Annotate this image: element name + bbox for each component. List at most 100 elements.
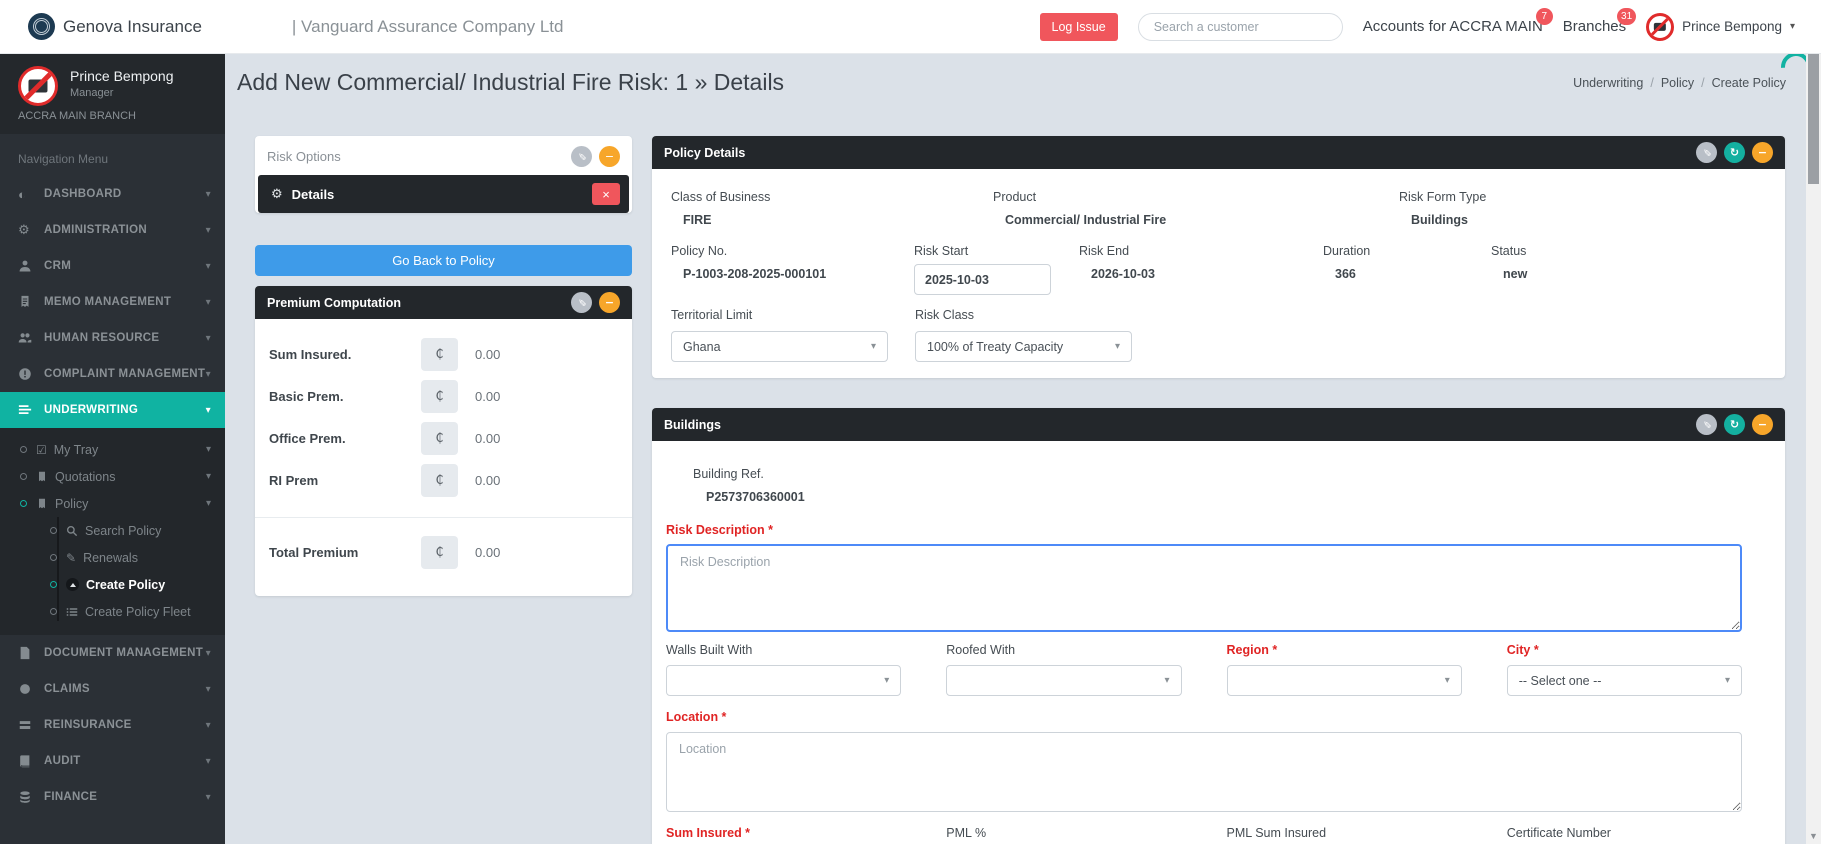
brand-logo-icon bbox=[28, 13, 55, 40]
bullet-icon bbox=[20, 446, 27, 453]
remove-details-button[interactable]: × bbox=[592, 183, 620, 205]
submenu-item-policy[interactable]: Policy ▾ bbox=[0, 490, 225, 517]
sidebar-item-document-management[interactable]: DOCUMENT MANAGEMENT ▾ bbox=[0, 635, 225, 671]
chevron-down-icon: ▾ bbox=[206, 684, 211, 695]
location-textarea[interactable] bbox=[666, 732, 1742, 812]
risk-end-value: 2026-10-03 bbox=[1079, 267, 1323, 281]
sidebar-item-underwriting[interactable]: UNDERWRITING ▾ bbox=[0, 392, 225, 428]
sidebar-item-finance[interactable]: FINANCE ▾ bbox=[0, 779, 225, 815]
submenu-item-renewals[interactable]: ✎ Renewals bbox=[0, 544, 225, 571]
scrollbar-thumb[interactable] bbox=[1808, 54, 1819, 184]
field-city: City * -- Select one -- ▾ bbox=[1507, 643, 1742, 696]
profile-role: Manager bbox=[70, 87, 174, 99]
submenu-item-create-policy[interactable]: Create Policy bbox=[0, 571, 225, 598]
sidebar-item-dashboard[interactable]: ◐ DASHBOARD ▾ bbox=[0, 176, 225, 212]
sidebar-item-reinsurance[interactable]: REINSURANCE ▾ bbox=[0, 707, 225, 743]
edit-icon[interactable]: ✎ bbox=[571, 292, 592, 313]
brand-name: Genova Insurance bbox=[63, 17, 202, 37]
risk-description-textarea[interactable] bbox=[666, 544, 1742, 632]
breadcrumb-create-policy[interactable]: Create Policy bbox=[1701, 76, 1786, 90]
refresh-icon[interactable]: ↻ bbox=[1724, 414, 1745, 435]
edit-icon[interactable]: ✎ bbox=[1696, 142, 1717, 163]
chevron-down-icon: ▾ bbox=[206, 405, 211, 416]
risk-form-type-value: Buildings bbox=[1399, 213, 1769, 227]
building-ref-value: P2573706360001 bbox=[666, 490, 1742, 504]
premium-row-basic-prem: Basic Prem. ₵ 0.00 bbox=[269, 380, 618, 413]
field-duration: Duration 366 bbox=[1323, 244, 1491, 281]
search-icon bbox=[66, 525, 78, 537]
scrollbar-down-arrow[interactable]: ▼ bbox=[1806, 831, 1821, 841]
region-select[interactable]: ▾ bbox=[1227, 665, 1462, 696]
details-tab[interactable]: ⚙ Details × bbox=[258, 175, 629, 213]
sidebar-item-administration[interactable]: ⚙ ADMINISTRATION ▾ bbox=[0, 212, 225, 248]
buildings-title: Buildings bbox=[664, 418, 721, 432]
edit-icon[interactable]: ✎ bbox=[571, 146, 592, 167]
city-select[interactable]: -- Select one -- ▾ bbox=[1507, 665, 1742, 696]
premium-computation-body: Sum Insured. ₵ 0.00 Basic Prem. ₵ 0.00 O… bbox=[255, 319, 632, 596]
field-risk-end: Risk End 2026-10-03 bbox=[1079, 244, 1323, 281]
risk-class-select[interactable]: 100% of Treaty Capacity ▾ bbox=[915, 331, 1132, 362]
breadcrumb-policy[interactable]: Policy bbox=[1650, 76, 1694, 90]
navigation-menu-label: Navigation Menu bbox=[0, 134, 225, 176]
policy-submenu: Search Policy ✎ Renewals Create Policy C… bbox=[0, 517, 225, 625]
accounts-link[interactable]: Accounts for ACCRA MAIN 7 bbox=[1363, 18, 1543, 35]
policy-details-header: Policy Details ✎ ↻ − bbox=[652, 136, 1785, 169]
log-issue-button[interactable]: Log Issue bbox=[1040, 13, 1118, 41]
sidebar-item-memo-management[interactable]: MEMO MANAGEMENT ▾ bbox=[0, 284, 225, 320]
main-content: Add New Commercial/ Industrial Fire Risk… bbox=[225, 54, 1806, 844]
risk-start-input[interactable] bbox=[914, 264, 1051, 295]
exclamation-circle-icon bbox=[18, 367, 44, 381]
content: Risk Options ✎ − ⚙ Details × Go Back to … bbox=[225, 102, 1806, 844]
premium-total-value: 0.00 bbox=[475, 545, 500, 560]
branches-link[interactable]: Branches 31 bbox=[1563, 18, 1626, 35]
submenu-item-search-policy[interactable]: Search Policy bbox=[0, 517, 225, 544]
premium-row-ri-prem: RI Prem ₵ 0.00 bbox=[269, 464, 618, 497]
memo-icon bbox=[18, 295, 44, 309]
sidebar-item-complaint-management[interactable]: COMPLAINT MANAGEMENT ▾ bbox=[0, 356, 225, 392]
class-of-business-value: FIRE bbox=[671, 213, 993, 227]
submenu-item-create-policy-fleet[interactable]: Create Policy Fleet bbox=[0, 598, 225, 625]
sidebar-item-audit[interactable]: AUDIT ▾ bbox=[0, 743, 225, 779]
chevron-down-icon: ▾ bbox=[206, 369, 211, 380]
divider bbox=[255, 517, 632, 518]
territorial-limit-select[interactable]: Ghana ▾ bbox=[671, 331, 888, 362]
branches-badge: 31 bbox=[1617, 8, 1636, 25]
breadcrumb-underwriting[interactable]: Underwriting bbox=[1573, 76, 1643, 90]
chevron-down-icon: ▾ bbox=[206, 792, 211, 803]
premium-row-sum-insured: Sum Insured. ₵ 0.00 bbox=[269, 338, 618, 371]
risk-description-label: Risk Description * bbox=[666, 523, 1742, 537]
customer-search-input[interactable] bbox=[1138, 13, 1343, 41]
user-menu[interactable]: Prince Bempong ▾ bbox=[1646, 13, 1795, 41]
walls-built-with-select[interactable]: ▾ bbox=[666, 665, 901, 696]
sidebar-item-human-resource[interactable]: HUMAN RESOURCE ▾ bbox=[0, 320, 225, 356]
premium-computation-title: Premium Computation bbox=[267, 296, 401, 310]
renewals-icon: ✎ bbox=[66, 551, 76, 565]
sidebar-item-crm[interactable]: CRM ▾ bbox=[0, 248, 225, 284]
top-navbar: Genova Insurance | Vanguard Assurance Co… bbox=[0, 0, 1821, 54]
sidebar: Prince Bempong Manager ACCRA MAIN BRANCH… bbox=[0, 54, 225, 844]
chevron-down-icon: ▾ bbox=[206, 189, 211, 200]
sidebar-item-claims[interactable]: CLAIMS ▾ bbox=[0, 671, 225, 707]
roofed-with-select[interactable]: ▾ bbox=[946, 665, 1181, 696]
risk-options-panel: Risk Options ✎ − ⚙ Details × bbox=[255, 136, 632, 213]
go-back-to-policy-button[interactable]: Go Back to Policy bbox=[255, 245, 632, 276]
chevron-down-icon: ▾ bbox=[206, 297, 211, 308]
vertical-scrollbar[interactable]: ▼ bbox=[1806, 54, 1821, 844]
refresh-icon[interactable]: ↻ bbox=[1724, 142, 1745, 163]
submenu-item-my-tray[interactable]: ☑ My Tray ▾ bbox=[0, 436, 225, 463]
chevron-down-icon: ▾ bbox=[206, 720, 211, 731]
collapse-icon[interactable]: − bbox=[1752, 414, 1773, 435]
policy-details-body: Class of Business FIRE Product Commercia… bbox=[652, 169, 1785, 378]
user-name: Prince Bempong bbox=[1682, 19, 1782, 34]
collapse-icon[interactable]: − bbox=[1752, 142, 1773, 163]
collapse-icon[interactable]: − bbox=[599, 292, 620, 313]
submenu-item-quotations[interactable]: Quotations ▾ bbox=[0, 463, 225, 490]
edit-icon[interactable]: ✎ bbox=[1696, 414, 1717, 435]
cogs-icon: ⚙ bbox=[271, 187, 283, 202]
book-icon bbox=[18, 754, 44, 768]
brand: Genova Insurance bbox=[0, 13, 202, 40]
premium-row-total: Total Premium ₵ 0.00 bbox=[269, 536, 618, 569]
buildings-body: Building Ref. P2573706360001 Risk Descri… bbox=[652, 441, 1785, 844]
building-ref-label: Building Ref. bbox=[666, 467, 1742, 481]
collapse-icon[interactable]: − bbox=[599, 146, 620, 167]
